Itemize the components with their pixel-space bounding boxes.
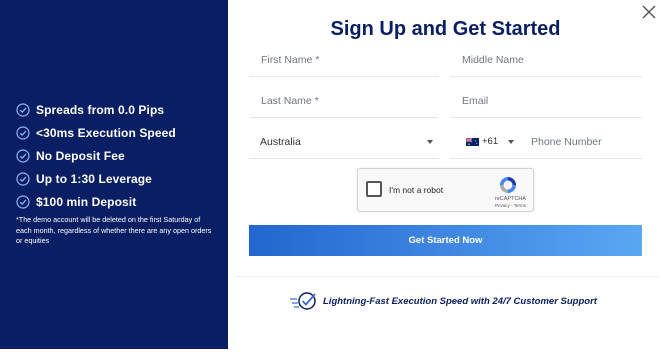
feature-label: Up to 1:30 Leverage [36,171,152,186]
captcha-checkbox[interactable] [366,181,382,197]
check-circle-icon [16,125,30,140]
middle-name-input[interactable] [462,53,642,66]
captcha-brand: reCAPTCHA [494,196,527,202]
dial-code: +61 [482,136,499,147]
check-circle-icon [16,171,30,186]
country-value: Australia [260,135,301,148]
feature-label: Spreads from 0.0 Pips [36,102,165,117]
captcha-privacy-terms[interactable]: Privacy - Terms [488,203,533,208]
captcha-label: I'm not a robot [389,185,444,195]
feature-item: Up to 1:30 Leverage [16,167,176,190]
feature-item: <30ms Execution Speed [16,121,176,144]
country-select[interactable]: Australia [249,125,439,159]
dial-code-select[interactable]: +61 [450,125,518,159]
check-circle-icon [16,148,30,163]
last-name-field [249,84,439,118]
feature-item: Spreads from 0.0 Pips [16,98,176,121]
recaptcha-logo-icon [500,177,516,193]
benefits-panel: Spreads from 0.0 Pips <30ms Execution Sp… [0,0,228,349]
australia-flag-icon [466,137,479,146]
feature-label: $100 min Deposit [36,194,137,209]
last-name-input[interactable] [261,94,439,107]
recaptcha-widget: I'm not a robot reCAPTCHA Privacy - Term… [357,168,534,212]
feature-label: No Deposit Fee [36,148,125,163]
divider [236,276,660,277]
caret-down-icon [427,140,433,144]
demo-disclaimer: *The demo account will be deleted on the… [16,215,212,246]
signup-form-panel: Sign Up and Get Started Australia +61 [228,0,660,357]
phone-input[interactable] [531,135,642,148]
check-circle-icon [16,194,30,209]
middle-name-field [450,43,642,77]
tagline: Lightning-Fast Execution Speed with 24/7… [323,295,597,307]
feature-item: No Deposit Fee [16,144,176,167]
phone-field [518,125,642,159]
email-input[interactable] [462,94,642,107]
get-started-button[interactable]: Get Started Now [249,225,642,256]
feature-item: $100 min Deposit [16,190,176,213]
email-field [450,84,642,118]
first-name-input[interactable] [261,53,439,66]
feature-label: <30ms Execution Speed [36,125,176,140]
check-circle-icon [16,102,30,117]
feature-list: Spreads from 0.0 Pips <30ms Execution Sp… [16,98,176,213]
caret-down-icon [508,140,514,144]
form-title: Sign Up and Get Started [330,18,561,40]
tagline-row: Lightning-Fast Execution Speed with 24/7… [288,291,597,311]
first-name-field [249,43,439,77]
speed-check-icon [290,292,316,310]
